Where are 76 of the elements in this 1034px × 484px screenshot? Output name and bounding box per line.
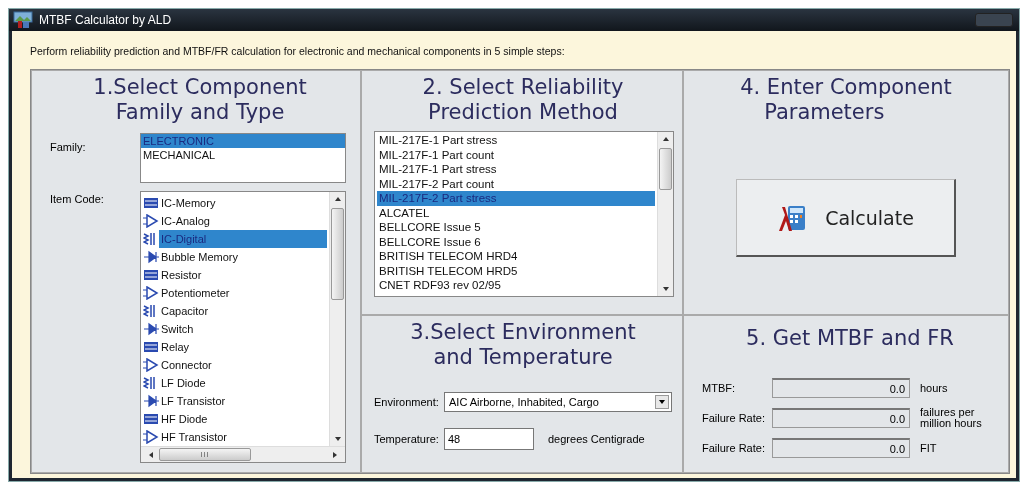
schematic-symbol-icon [143, 286, 159, 300]
schematic-symbol-icon [143, 340, 159, 354]
list-item[interactable]: CNET RDF93 rev 02/95 [377, 278, 655, 293]
schematic-symbol-icon [143, 430, 159, 444]
result-field: 0.0 [772, 438, 910, 458]
scroll-thumb[interactable] [659, 148, 672, 190]
step-heading: Parameters [763, 100, 886, 125]
result-label: MTBF: [702, 382, 736, 394]
field-label: Item Code: [50, 192, 105, 205]
family-list[interactable]: ELECTRONIC MECHANICAL [140, 133, 346, 183]
list-item[interactable]: LF Diode [159, 374, 327, 392]
schematic-symbol-icon [143, 214, 159, 228]
schematic-symbol-icon [143, 250, 159, 264]
list-item[interactable]: Connector [159, 356, 327, 374]
field-label: Family: [50, 140, 87, 153]
schematic-symbol-icon [143, 412, 159, 426]
scroll-right-icon[interactable] [331, 450, 339, 459]
unit-label: hours [920, 382, 949, 394]
scroll-down-icon[interactable] [661, 285, 670, 293]
list-item[interactable]: Capacitor [159, 302, 327, 320]
list-item[interactable]: MIL-217F-1 Part count [377, 147, 655, 162]
step-heading: 3.Select Environment [409, 320, 637, 345]
step-heading: 5. Get MTBF and FR [745, 326, 955, 351]
list-item[interactable]: BELLCORE Issue 5 [377, 220, 655, 235]
unit-label: degrees Centigrade [548, 433, 645, 445]
list-item[interactable]: MIL-217F-1 Part stress [377, 162, 655, 177]
list-item[interactable]: Relay [159, 338, 327, 356]
scroll-up-icon[interactable] [333, 195, 342, 203]
list-item[interactable]: ALCATEL [377, 205, 655, 220]
result-label: Failure Rate: [702, 412, 766, 424]
scrollbar[interactable] [657, 132, 673, 296]
result-label: Failure Rate: [702, 442, 766, 454]
list-item[interactable]: BRITISH TELECOM HRD4 [377, 249, 655, 264]
step-heading: 2. Select Reliability [421, 75, 625, 100]
list-item[interactable]: MIL-217E-1 Part stress [377, 133, 655, 148]
unit-label: failures per million hours [920, 407, 983, 429]
schematic-symbol-icon [143, 358, 159, 372]
field-label: Temperature: [374, 433, 440, 445]
field-label: Environment: [374, 396, 440, 408]
calculate-button[interactable]: Calculate [736, 179, 956, 257]
scroll-up-icon[interactable] [661, 135, 670, 143]
list-item[interactable]: HF Transistor [159, 428, 327, 446]
scroll-down-icon[interactable] [333, 435, 342, 443]
schematic-symbol-icon [143, 394, 159, 408]
schematic-symbol-icon [143, 322, 159, 336]
list-item[interactable]: Potentiometer [159, 284, 327, 302]
result-field: 0.0 [772, 408, 910, 428]
list-item[interactable]: MIL-217F-2 Part count [377, 176, 655, 191]
schematic-symbol-icon [143, 268, 159, 282]
list-item[interactable]: Resistor [159, 266, 327, 284]
method-list[interactable] [374, 131, 674, 297]
window-title: MTBF Calculator by ALD [39, 13, 172, 27]
instruction-text: Perform reliability prediction and MTBF/FR calculation for electronic and mechanical components in 5 simple steps: [30, 44, 566, 59]
step-heading: Family and Type [114, 100, 286, 125]
list-item[interactable]: HF Diode [159, 410, 327, 428]
app-icon [13, 11, 33, 29]
list-item[interactable]: IC-Memory [159, 194, 327, 212]
list-item[interactable]: IC-Analog [159, 212, 327, 230]
scroll-thumb[interactable] [331, 208, 344, 300]
scroll-left-icon[interactable] [147, 450, 155, 459]
step-heading: and Temperature [432, 345, 614, 370]
list-item[interactable]: Switch [159, 320, 327, 338]
temperature-field[interactable]: 48 [444, 428, 534, 450]
schematic-symbol-icon [143, 196, 159, 210]
step-heading: 4. Enter Component [740, 75, 952, 100]
list-item[interactable]: MECHANICAL [141, 148, 345, 162]
environment-dropdown[interactable]: AIC Airborne, Inhabited, Cargo [444, 392, 672, 412]
step-heading: Prediction Method [427, 100, 619, 125]
step-heading: 1.Select Component [92, 75, 308, 100]
result-field: 0.0 [772, 378, 910, 398]
scrollbar[interactable] [329, 192, 345, 446]
list-item[interactable]: BELLCORE Issue 6 [377, 234, 655, 249]
unit-label: FIT [920, 442, 938, 454]
list-item[interactable]: LF Transistor [159, 392, 327, 410]
list-item[interactable]: Bubble Memory [159, 248, 327, 266]
list-item[interactable]: BRITISH TELECOM HRD5 [377, 263, 655, 278]
